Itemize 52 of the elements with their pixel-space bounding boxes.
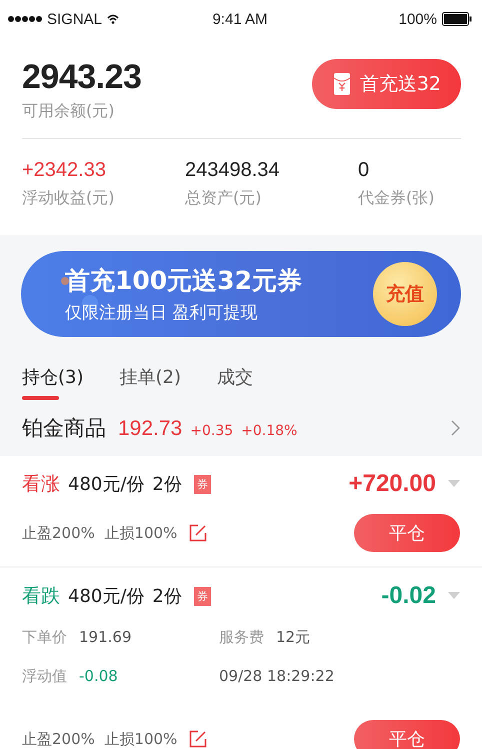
carrier-text: SIGNAL bbox=[47, 10, 102, 28]
balance-label: 可用余额(元) bbox=[22, 101, 116, 122]
banner-subtitle: 仅限注册当日 盈利可提现 bbox=[65, 302, 258, 324]
unit-price: 480元/份 bbox=[68, 585, 144, 608]
product-name: 铂金商品 bbox=[22, 415, 106, 442]
stat-label: 总资产(元) bbox=[185, 188, 262, 209]
coupon-tag: 券 bbox=[194, 474, 211, 494]
tab[interactable]: 成交 bbox=[217, 359, 253, 400]
signal-icon bbox=[8, 15, 42, 23]
wifi-icon bbox=[107, 14, 120, 24]
stat-value: 243498.34 bbox=[185, 159, 281, 182]
detail-label: 浮动值 bbox=[22, 667, 67, 686]
tab[interactable]: 挂单(2) bbox=[120, 359, 181, 400]
price-change: +0.35 bbox=[190, 423, 234, 439]
coupon-tag: 券 bbox=[194, 586, 211, 606]
stop-profit-loss: 止盈200% 止损100% bbox=[22, 730, 178, 748]
stat-value: +2342.33 bbox=[22, 159, 107, 182]
banner-title: 首充100元送32元券 bbox=[65, 265, 302, 297]
product-price: 192.73 bbox=[118, 417, 182, 441]
envelope-icon bbox=[334, 73, 350, 95]
stat-value: 0 bbox=[358, 159, 370, 182]
profit-amount: -0.02 bbox=[381, 582, 436, 610]
promo-banner[interactable]: 首充100元送32元券 仅限注册当日 盈利可提现 充值 bbox=[21, 251, 461, 337]
detail-value: 12元 bbox=[276, 628, 310, 647]
direction-label: 看涨 bbox=[22, 472, 60, 497]
detail-value: -0.08 bbox=[79, 667, 118, 686]
status-time: 9:41 AM bbox=[212, 10, 268, 28]
profit-amount: +720.00 bbox=[348, 470, 436, 498]
direction-label: 看跌 bbox=[22, 584, 60, 609]
stat-label: 浮动收益(元) bbox=[22, 188, 116, 209]
detail-label: 下单价 bbox=[22, 628, 67, 647]
recharge-button[interactable]: 充值 bbox=[373, 262, 437, 326]
product-row[interactable]: 铂金商品 192.73 +0.35 +0.18% bbox=[0, 400, 482, 456]
stat-label: 代金券(张) bbox=[358, 188, 436, 209]
detail-value: 191.69 bbox=[79, 628, 132, 647]
battery-percent: 100% bbox=[398, 10, 437, 28]
battery-icon bbox=[442, 12, 472, 26]
chevron-right-icon bbox=[451, 420, 460, 436]
edit-icon[interactable] bbox=[189, 524, 208, 542]
edit-icon[interactable] bbox=[189, 730, 208, 748]
first-deposit-button[interactable]: 首充送32 bbox=[312, 59, 461, 109]
close-position-button[interactable]: 平仓 bbox=[354, 720, 460, 749]
close-position-button[interactable]: 平仓 bbox=[354, 514, 460, 552]
detail-label: 服务费 bbox=[219, 628, 264, 647]
quantity: 2份 bbox=[152, 585, 182, 608]
unit-price: 480元/份 bbox=[68, 473, 144, 496]
stop-profit-loss: 止盈200% 止损100% bbox=[22, 524, 178, 542]
balance-amount: 2943.23 bbox=[22, 58, 142, 97]
detail-value: 09/28 18:29:22 bbox=[219, 667, 334, 686]
price-change-percent: +0.18% bbox=[241, 423, 298, 439]
quantity: 2份 bbox=[152, 473, 182, 496]
tab[interactable]: 持仓(3) bbox=[22, 359, 84, 400]
